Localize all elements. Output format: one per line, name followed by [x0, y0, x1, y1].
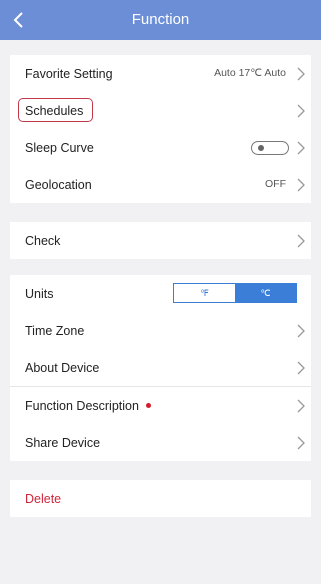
function-description-row[interactable]: Function Description — [10, 386, 311, 424]
time-zone-row[interactable]: Time Zone — [10, 312, 311, 349]
time-zone-label: Time Zone — [25, 323, 85, 338]
share-device-label: Share Device — [25, 435, 101, 450]
schedules-row[interactable]: Schedules — [10, 92, 311, 129]
chevron-right-icon — [295, 141, 307, 155]
favorite-setting-row[interactable]: Favorite Setting Auto 17℃ Auto — [10, 55, 311, 92]
sleep-curve-row[interactable]: Sleep Curve — [10, 129, 311, 166]
settings-group-check: Check — [10, 222, 311, 259]
chevron-right-icon — [295, 361, 307, 375]
chevron-right-icon — [295, 399, 307, 413]
check-label: Check — [25, 233, 61, 248]
share-device-row[interactable]: Share Device — [10, 424, 311, 461]
geolocation-label: Geolocation — [25, 177, 92, 192]
check-row[interactable]: Check — [10, 222, 311, 259]
about-device-row[interactable]: About Device — [10, 349, 311, 386]
units-row: Units ℉ ℃ — [10, 275, 311, 312]
chevron-right-icon — [295, 234, 307, 248]
geolocation-row[interactable]: Geolocation OFF — [10, 166, 311, 203]
settings-group-delete: Delete — [10, 480, 311, 517]
delete-row[interactable]: Delete — [10, 480, 311, 517]
unit-fahrenheit-option[interactable]: ℉ — [174, 284, 235, 302]
page-title: Function — [131, 11, 190, 28]
favorite-setting-label: Favorite Setting — [25, 66, 113, 81]
chevron-right-icon — [295, 178, 307, 192]
units-label: Units — [25, 286, 54, 301]
chevron-right-icon — [295, 436, 307, 450]
settings-group-primary: Favorite Setting Auto 17℃ Auto Schedules… — [10, 55, 311, 203]
about-device-label: About Device — [25, 360, 100, 375]
chevron-right-icon — [295, 67, 307, 81]
settings-group-device: Units ℉ ℃ Time Zone About Device Functio… — [10, 275, 311, 461]
sleep-curve-label: Sleep Curve — [25, 140, 94, 155]
sleep-curve-toggle[interactable] — [251, 141, 289, 155]
units-segmented-control[interactable]: ℉ ℃ — [173, 283, 297, 303]
notification-dot — [145, 403, 151, 408]
toggle-knob — [258, 144, 264, 151]
geolocation-value: OFF — [265, 178, 286, 190]
unit-celsius-option[interactable]: ℃ — [235, 284, 296, 302]
chevron-right-icon — [295, 104, 307, 118]
function-description-label: Function Description — [25, 398, 139, 413]
chevron-right-icon — [295, 324, 307, 338]
delete-button[interactable]: Delete — [25, 492, 61, 506]
top-bar: Function — [0, 0, 321, 40]
favorite-setting-value: Auto 17℃ Auto — [214, 67, 286, 79]
schedules-highlight-box — [18, 98, 93, 122]
